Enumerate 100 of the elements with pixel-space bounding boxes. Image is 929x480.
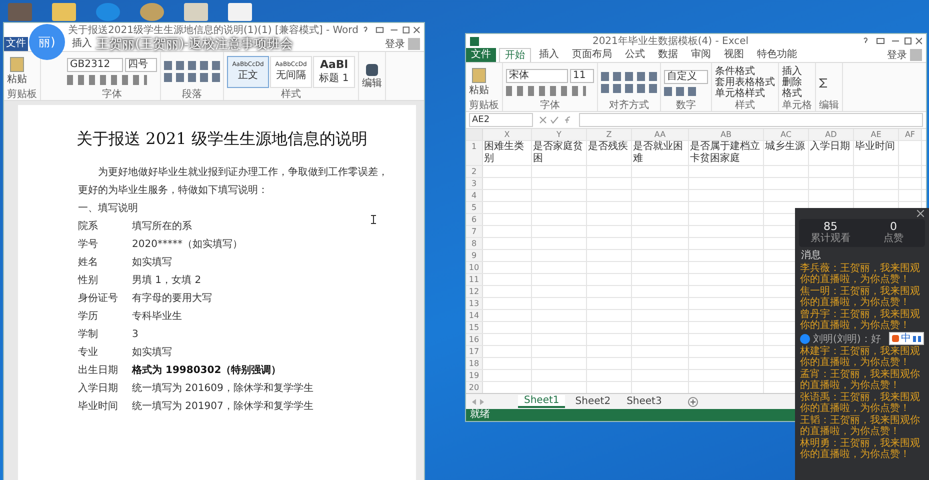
name-box[interactable]: AE2 bbox=[469, 113, 533, 127]
ribbon-button[interactable]: 插入 bbox=[782, 66, 802, 77]
alignment-icon[interactable] bbox=[164, 73, 220, 82]
number-format-dropdown[interactable]: 自定义 bbox=[664, 70, 708, 84]
ribbon-button[interactable]: 条件格式 bbox=[715, 66, 755, 77]
input-method-toolbar[interactable]: 中 bbox=[889, 332, 924, 345]
section-label: 消息 bbox=[801, 250, 822, 262]
column-header[interactable]: AF bbox=[899, 129, 922, 140]
paragraph: 为更好地做好毕业生就业报到证办理工作，争取做到工作零误差，更好的为毕业生服务，特做如下填写说明： bbox=[78, 166, 389, 198]
column-header[interactable]: AE bbox=[854, 129, 899, 140]
row-header[interactable]: 15 bbox=[466, 322, 483, 333]
column-header[interactable]: X bbox=[483, 129, 532, 140]
row-header[interactable]: 20 bbox=[466, 382, 483, 393]
field-description: 如实填写 bbox=[132, 346, 172, 360]
field-label: 学历 bbox=[78, 310, 99, 324]
ribbon-tab[interactable]: 数据 bbox=[653, 48, 683, 62]
sheet-tab[interactable]: Sheet2 bbox=[569, 396, 617, 407]
field-label: 身份证号 bbox=[78, 292, 118, 306]
row-header[interactable]: 13 bbox=[466, 298, 483, 309]
row-header[interactable]: 16 bbox=[466, 334, 483, 345]
desktop-shortcut-icon[interactable] bbox=[140, 3, 164, 21]
ribbon-tab[interactable]: 插入 bbox=[67, 37, 97, 51]
ribbon-tab[interactable]: 页面布局 bbox=[567, 48, 617, 62]
row-header[interactable]: 4 bbox=[466, 190, 483, 201]
row-header[interactable]: 19 bbox=[466, 370, 483, 381]
font-format-icon[interactable] bbox=[506, 86, 586, 96]
add-sheet-icon[interactable] bbox=[688, 396, 698, 406]
ribbon-button[interactable]: 套用表格格式 bbox=[715, 77, 775, 88]
style-gallery-item[interactable]: AaBl 标题 1 bbox=[313, 56, 355, 88]
row-header[interactable]: 1 bbox=[466, 141, 483, 165]
row-header[interactable]: 3 bbox=[466, 178, 483, 189]
field-description: 统一填写为 201907，除休学和复学学生 bbox=[132, 400, 314, 414]
stat-value: 85 bbox=[824, 221, 838, 233]
ribbon-tab[interactable]: 视图 bbox=[719, 48, 749, 62]
alignment-icon[interactable] bbox=[601, 84, 657, 93]
paste-button[interactable]: 粘贴 bbox=[469, 68, 489, 97]
row-header[interactable]: 14 bbox=[466, 310, 483, 321]
group-label: 字体 bbox=[101, 89, 123, 100]
font-name-dropdown[interactable]: GB2312 bbox=[67, 58, 123, 72]
ribbon-tab[interactable]: 插入 bbox=[534, 48, 564, 62]
group-label: 对齐方式 bbox=[608, 100, 650, 111]
field-label: 院系 bbox=[78, 220, 99, 234]
row-header[interactable]: 17 bbox=[466, 346, 483, 357]
font-format-icon[interactable] bbox=[67, 75, 147, 85]
paste-button[interactable]: 粘贴 bbox=[7, 57, 27, 86]
paragraph-format-icon[interactable] bbox=[164, 61, 220, 70]
row-header[interactable]: 12 bbox=[466, 286, 483, 297]
section-heading: 一、填写说明 bbox=[78, 203, 138, 214]
alignment-icon[interactable] bbox=[601, 72, 657, 81]
field-label: 专业 bbox=[78, 346, 99, 360]
sheet-nav-icon[interactable] bbox=[472, 398, 484, 404]
autosum-icon[interactable] bbox=[819, 78, 828, 88]
row-header[interactable]: 8 bbox=[466, 238, 483, 249]
column-header[interactable]: AD bbox=[809, 129, 854, 140]
row-header[interactable]: 7 bbox=[466, 226, 483, 237]
ribbon-tab[interactable]: 文件 bbox=[4, 37, 28, 51]
table-cell: 是否属于建档立卡贫困家庭 bbox=[689, 141, 764, 165]
sheet-tab[interactable]: Sheet3 bbox=[620, 396, 668, 407]
row-header[interactable]: 9 bbox=[466, 250, 483, 261]
field-description: 格式为 19980302（特别强调） bbox=[132, 364, 282, 378]
column-header[interactable]: Y bbox=[532, 129, 587, 140]
ribbon-tab[interactable]: 审阅 bbox=[686, 48, 716, 62]
font-size-dropdown[interactable]: 四号 bbox=[125, 58, 157, 72]
ribbon-tab[interactable]: 文件 bbox=[466, 48, 496, 62]
column-header[interactable]: AC bbox=[764, 129, 809, 140]
row-header[interactable]: 10 bbox=[466, 262, 483, 273]
ribbon-button[interactable]: 格式 bbox=[782, 88, 802, 99]
close-icon[interactable] bbox=[917, 210, 924, 217]
window-controls-icon[interactable] bbox=[362, 26, 420, 34]
font-name-dropdown[interactable]: 宋体 bbox=[506, 69, 568, 83]
table-cell: 是否就业困难 bbox=[632, 141, 689, 165]
sheet-tab[interactable]: Sheet1 bbox=[518, 395, 566, 408]
group-label: 段落 bbox=[181, 89, 203, 100]
formula-input[interactable] bbox=[579, 113, 923, 127]
ribbon-button[interactable]: 单元格样式 bbox=[715, 88, 765, 99]
row-header[interactable]: 18 bbox=[466, 358, 483, 369]
edit-button[interactable]: 编辑 bbox=[362, 64, 382, 90]
font-size-dropdown[interactable]: 11 bbox=[570, 69, 594, 83]
column-header[interactable]: Z bbox=[587, 129, 632, 140]
ribbon-button[interactable]: 删除 bbox=[782, 77, 802, 88]
group-label: 样式 bbox=[280, 89, 302, 100]
field-label: 姓名 bbox=[78, 256, 99, 270]
row-header[interactable]: 5 bbox=[466, 202, 483, 213]
table-cell: 城乡生源 bbox=[764, 141, 809, 165]
row-header[interactable]: 2 bbox=[466, 166, 483, 177]
column-header[interactable]: AB bbox=[689, 129, 764, 140]
row-header[interactable]: 6 bbox=[466, 214, 483, 225]
formula-buttons-icon[interactable] bbox=[539, 116, 573, 124]
login-link[interactable]: 登录 bbox=[887, 48, 907, 62]
column-header[interactable]: AA bbox=[632, 129, 689, 140]
ribbon-tab[interactable]: 公式 bbox=[620, 48, 650, 62]
field-label: 学号 bbox=[78, 238, 99, 252]
field-label: 毕业时间 bbox=[78, 400, 118, 414]
ribbon-tab[interactable]: 特色功能 bbox=[752, 48, 802, 62]
window-controls-icon[interactable] bbox=[862, 37, 922, 45]
login-link[interactable]: 登录 bbox=[385, 37, 405, 51]
number-format-icon[interactable] bbox=[664, 86, 698, 96]
status-text: 就绪 bbox=[470, 409, 490, 420]
row-header[interactable]: 11 bbox=[466, 274, 483, 285]
ribbon-tab[interactable]: 开始 bbox=[499, 48, 531, 62]
